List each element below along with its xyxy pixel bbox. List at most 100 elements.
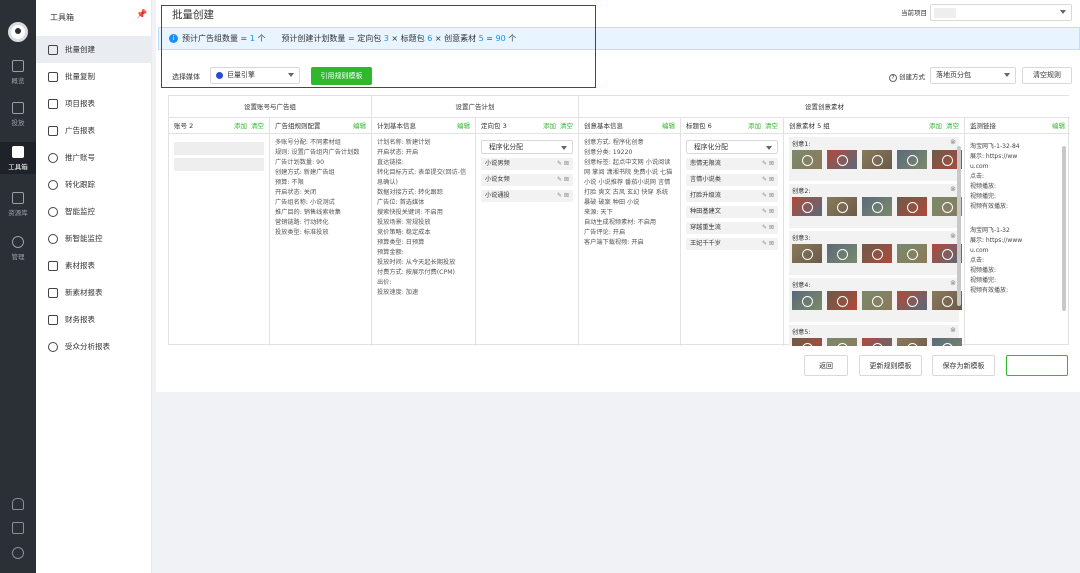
clear-account-link[interactable]: 清空 xyxy=(251,122,264,130)
pack-item[interactable]: 小说女频 ✎ ⊠ xyxy=(481,174,573,186)
back-button[interactable]: 返回 xyxy=(804,355,848,376)
edit-adgroup-rule-link[interactable]: 编辑 xyxy=(353,122,366,130)
video-thumbnail[interactable] xyxy=(792,197,822,216)
clear-rules-button[interactable]: 清空规则 xyxy=(1022,67,1072,84)
add-material-link[interactable]: 添加 xyxy=(929,122,942,130)
sidebar-item-project-report[interactable]: 项目报表 xyxy=(36,90,152,117)
sidebar-item-monitor[interactable]: 智能监控 xyxy=(36,198,152,225)
sidebar-item-ad-report[interactable]: 广告报表 xyxy=(36,117,152,144)
targeting-allocation-select[interactable]: 程序化分配 xyxy=(481,140,573,154)
project-select[interactable] xyxy=(930,4,1072,21)
remove-icon[interactable]: ⊗ xyxy=(950,279,956,287)
edit-creative-info-link[interactable]: 编辑 xyxy=(662,122,675,130)
help-icon[interactable]: ? xyxy=(889,74,897,82)
video-thumbnail[interactable] xyxy=(897,291,927,310)
media-select[interactable]: 巨量引擎 xyxy=(210,67,300,84)
sidebar-item-batch-copy[interactable]: 批量复制 xyxy=(36,63,152,90)
apply-rule-template-button[interactable]: 引用规则模板 xyxy=(311,67,372,85)
rail-item-overview[interactable]: 概览 xyxy=(0,60,36,90)
remove-icon[interactable]: ⊗ xyxy=(950,232,956,240)
video-thumbnail[interactable] xyxy=(862,150,892,169)
edit-plan-info-link[interactable]: 编辑 xyxy=(457,122,470,130)
creative-group[interactable]: 创意1: ⊗ xyxy=(789,137,962,181)
pack-item[interactable]: 王妃千千岁 ✎ ⊠ xyxy=(686,238,778,250)
add-account-link[interactable]: 添加 xyxy=(234,122,247,130)
video-thumbnail[interactable] xyxy=(827,244,857,263)
rail-item-delivery[interactable]: 投放 xyxy=(0,102,36,132)
edit-delete-icons[interactable]: ✎ ⊠ xyxy=(557,158,569,170)
video-thumbnail[interactable] xyxy=(862,291,892,310)
remove-icon[interactable]: ⊗ xyxy=(950,138,956,146)
feedback-icon[interactable] xyxy=(12,522,24,534)
clear-title-link[interactable]: 清空 xyxy=(765,122,778,130)
sidebar-item-finance-report[interactable]: 财务报表 xyxy=(36,306,152,333)
create-mode-select[interactable]: 落地页分包 xyxy=(930,67,1016,84)
edit-delete-icons[interactable]: ✎ ⊠ xyxy=(762,238,774,250)
video-thumbnail[interactable] xyxy=(792,150,822,169)
video-thumbnail[interactable] xyxy=(792,338,822,346)
clear-material-link[interactable]: 清空 xyxy=(946,122,959,130)
video-thumbnail[interactable] xyxy=(862,244,892,263)
pack-item[interactable]: 小说男频 ✎ ⊠ xyxy=(481,158,573,170)
video-thumbnail[interactable] xyxy=(827,291,857,310)
video-thumbnail[interactable] xyxy=(897,338,927,346)
save-template-button[interactable]: 保存为新模板 xyxy=(932,355,995,376)
edit-delete-icons[interactable]: ✎ ⊠ xyxy=(762,174,774,186)
sidebar-item-audience-report[interactable]: 受众分析报表 xyxy=(36,333,152,360)
edit-monitor-link[interactable]: 编辑 xyxy=(1052,122,1065,130)
creative-group[interactable]: 创意3: ⊗ xyxy=(789,231,962,275)
sidebar-item-accounts[interactable]: 推广账号 xyxy=(36,144,152,171)
settings-icon[interactable] xyxy=(12,547,24,559)
pack-item[interactable]: 穿越重生流 ✎ ⊠ xyxy=(686,222,778,234)
material-scrollbar[interactable] xyxy=(957,146,961,306)
creative-group[interactable]: 创意4: ⊗ xyxy=(789,278,962,322)
monitor-scrollbar[interactable] xyxy=(1062,146,1066,311)
remove-icon[interactable]: ⊗ xyxy=(950,326,956,334)
rail-item-manage[interactable]: 管理 xyxy=(0,236,36,266)
add-title-link[interactable]: 添加 xyxy=(748,122,761,130)
clear-targeting-link[interactable]: 清空 xyxy=(560,122,573,130)
edit-delete-icons[interactable]: ✎ ⊠ xyxy=(762,206,774,218)
video-thumbnail[interactable] xyxy=(792,291,822,310)
creative-group[interactable]: 创意5: ⊗ xyxy=(789,325,962,346)
video-thumbnail[interactable] xyxy=(932,338,962,346)
video-thumbnail[interactable] xyxy=(897,244,927,263)
generate-plans-button[interactable]: 生成广告计划 xyxy=(1006,355,1068,376)
edit-delete-icons[interactable]: ✎ ⊠ xyxy=(762,190,774,202)
pack-item[interactable]: 打脸升级流 ✎ ⊠ xyxy=(686,190,778,202)
pack-item[interactable]: 种田基建文 ✎ ⊠ xyxy=(686,206,778,218)
video-thumbnail[interactable] xyxy=(897,150,927,169)
pack-item[interactable]: 小说通投 ✎ ⊠ xyxy=(481,190,573,202)
pin-icon[interactable]: 📌 xyxy=(136,10,147,20)
sidebar-item-material-report[interactable]: 素材报表 xyxy=(36,252,152,279)
update-template-button[interactable]: 更新规则模板 xyxy=(859,355,922,376)
edit-delete-icons[interactable]: ✎ ⊠ xyxy=(557,190,569,202)
video-thumbnail[interactable] xyxy=(827,197,857,216)
video-thumbnail[interactable] xyxy=(897,197,927,216)
remove-icon[interactable]: ⊗ xyxy=(950,185,956,193)
creative-group[interactable]: 创意2: ⊗ xyxy=(789,184,962,228)
video-thumbnail[interactable] xyxy=(862,197,892,216)
video-thumbnail[interactable] xyxy=(827,338,857,346)
title-allocation-select[interactable]: 程序化分配 xyxy=(686,140,778,154)
user-avatar[interactable] xyxy=(8,22,28,42)
sidebar-item-new-material-report[interactable]: 新素材报表 xyxy=(36,279,152,306)
account-item[interactable] xyxy=(174,158,264,171)
sidebar-item-batch-create[interactable]: 批量创建 xyxy=(36,36,152,63)
video-thumbnail[interactable] xyxy=(827,150,857,169)
sidebar-item-conversion[interactable]: 转化跟踪 xyxy=(36,171,152,198)
account-item[interactable] xyxy=(174,142,264,155)
rail-item-toolbox[interactable]: 工具箱 xyxy=(0,142,36,174)
bell-icon[interactable] xyxy=(12,498,24,510)
video-thumbnail[interactable] xyxy=(862,338,892,346)
pack-item[interactable]: 悲情无限流 ✎ ⊠ xyxy=(686,158,778,170)
edit-delete-icons[interactable]: ✎ ⊠ xyxy=(762,222,774,234)
edit-delete-icons[interactable]: ✎ ⊠ xyxy=(762,158,774,170)
add-targeting-link[interactable]: 添加 xyxy=(543,122,556,130)
material-list: 创意1: ⊗ 创意2: ⊗ 创意3: ⊗ 创意4: ⊗ 创意5: ⊗ xyxy=(784,137,964,346)
edit-delete-icons[interactable]: ✎ ⊠ xyxy=(557,174,569,186)
pack-item[interactable]: 言情小说类 ✎ ⊠ xyxy=(686,174,778,186)
sidebar-item-new-monitor[interactable]: 新智能监控 xyxy=(36,225,152,252)
video-thumbnail[interactable] xyxy=(792,244,822,263)
rail-item-resources[interactable]: 资源库 xyxy=(0,192,36,222)
